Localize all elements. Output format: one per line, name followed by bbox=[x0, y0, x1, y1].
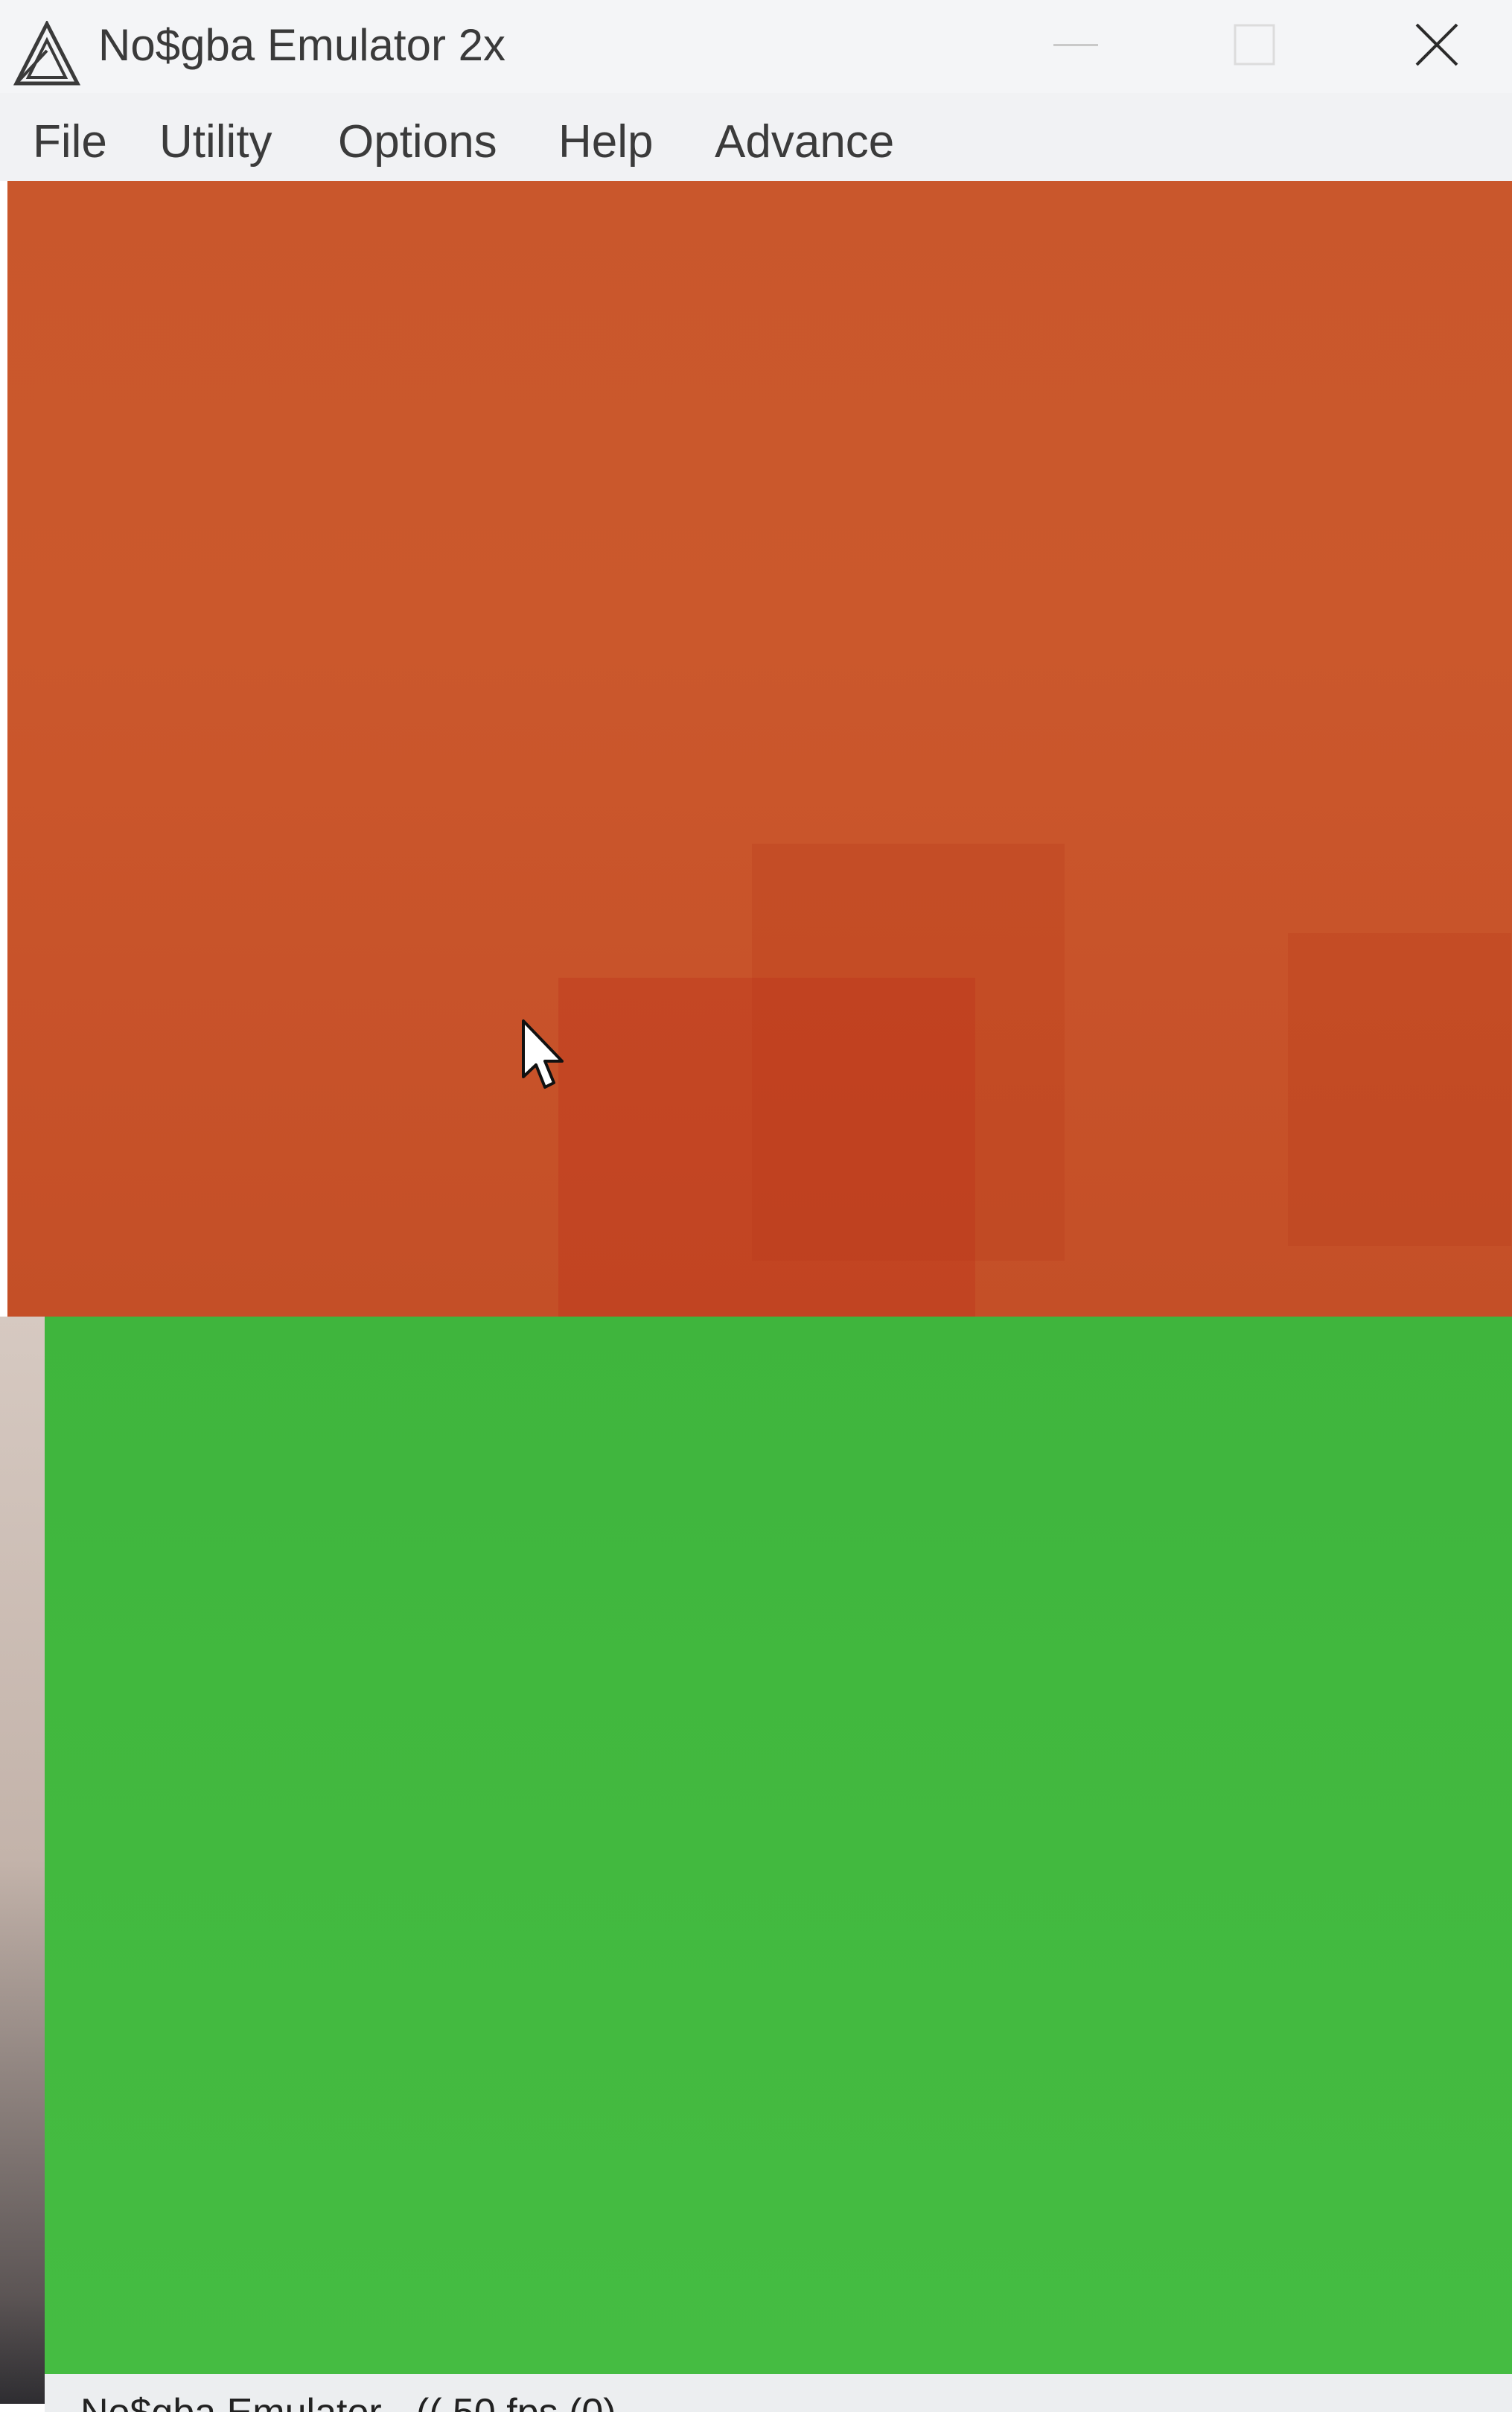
no-gba-logo-icon bbox=[13, 21, 80, 86]
menu-bar: File Utility Options Help Advance bbox=[0, 93, 1512, 181]
minimize-icon bbox=[1053, 44, 1098, 46]
maximize-button[interactable] bbox=[1180, 0, 1329, 89]
menu-help[interactable]: Help bbox=[558, 115, 654, 168]
top-screen[interactable] bbox=[7, 181, 1512, 1320]
window-border bbox=[0, 1317, 45, 2404]
bottom-screen[interactable] bbox=[45, 1317, 1512, 2374]
menu-advance[interactable]: Advance bbox=[715, 115, 894, 168]
status-text: No$gba Emulator - (( 50 fps (0) bbox=[80, 2390, 616, 2412]
menu-options[interactable]: Options bbox=[338, 115, 497, 168]
close-button[interactable] bbox=[1362, 0, 1511, 89]
menu-utility[interactable]: Utility bbox=[159, 115, 272, 168]
status-bar: No$gba Emulator - (( 50 fps (0) bbox=[45, 2374, 1512, 2412]
minimize-button[interactable] bbox=[1001, 0, 1150, 89]
maximize-icon bbox=[1234, 24, 1275, 66]
close-icon bbox=[1415, 23, 1458, 66]
mouse-cursor-icon bbox=[522, 1019, 564, 1089]
emulator-window: No$gba Emulator 2x File Utility Options … bbox=[0, 0, 1512, 2412]
menu-file[interactable]: File bbox=[33, 115, 107, 168]
window-title: No$gba Emulator 2x bbox=[98, 20, 505, 70]
screen-reflection bbox=[558, 978, 975, 1320]
title-bar[interactable]: No$gba Emulator 2x bbox=[0, 0, 1512, 93]
screen-reflection bbox=[1288, 933, 1511, 1246]
